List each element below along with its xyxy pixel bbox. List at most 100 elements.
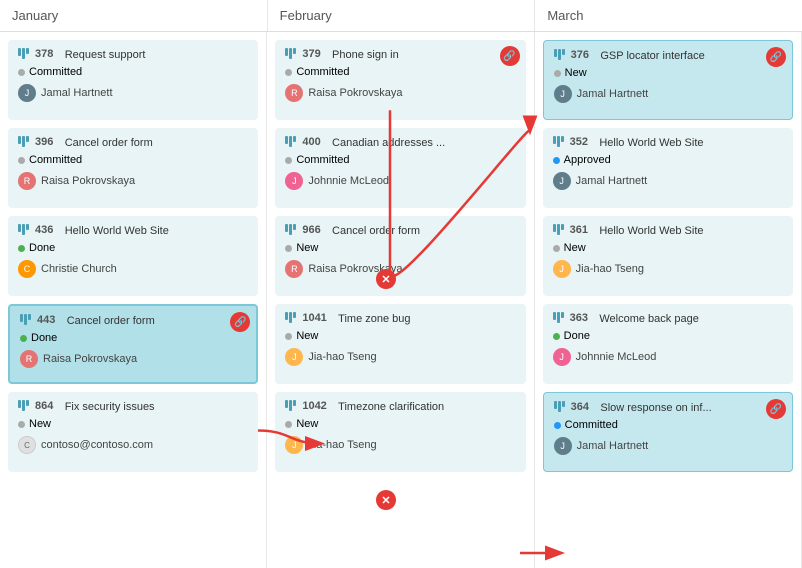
assignee-name: Christie Church (41, 263, 117, 275)
card-363: 363 Welcome back page Done J Johnnie McL… (543, 304, 793, 384)
card-title: 400 Canadian addresses ... (285, 136, 515, 150)
assignee-name: Jia-hao Tseng (576, 263, 644, 275)
card-title-row: 352 Hello World Web Site (553, 136, 783, 150)
col-header-january: January (0, 0, 268, 31)
avatar: R (20, 350, 38, 368)
card-assignee: C Christie Church (18, 260, 248, 278)
status-label: New (564, 242, 586, 254)
card-name: Fix security issues (65, 400, 155, 414)
card-name: Hello World Web Site (599, 224, 703, 238)
x-marker-2[interactable]: ✕ (376, 490, 396, 510)
status-dot (553, 245, 560, 252)
col-header-march: March (535, 0, 802, 31)
card-status: New (285, 418, 515, 430)
status-dot (18, 69, 25, 76)
avatar: J (553, 348, 571, 366)
card-378: 378 Request support Committed J Jamal Ha… (8, 40, 258, 120)
columns-body: 378 Request support Committed J Jamal Ha… (0, 32, 802, 568)
avatar: R (285, 84, 303, 102)
card-id: 379 (302, 48, 320, 60)
card-title-row: 966 Cancel order form (285, 224, 515, 238)
card-title: 378 Request support (18, 48, 248, 62)
card-status: Done (20, 332, 246, 344)
card-status: Committed (554, 419, 782, 431)
avatar: J (554, 85, 572, 103)
card-name: Request support (65, 48, 146, 62)
card-title-row: 1041 Time zone bug (285, 312, 515, 326)
card-status: Done (18, 242, 248, 254)
card-title-row: 400 Canadian addresses ... (285, 136, 515, 150)
card-assignee: J Jia-hao Tseng (553, 260, 783, 278)
status-label: New (29, 418, 51, 430)
avatar: J (285, 436, 303, 454)
link-icon-379[interactable]: 🔗 (500, 46, 520, 66)
link-icon-364[interactable]: 🔗 (766, 399, 786, 419)
card-id: 364 (571, 401, 589, 413)
status-dot (285, 421, 292, 428)
card-status: New (554, 67, 782, 79)
bar-icon (18, 224, 29, 235)
card-title-row: 363 Welcome back page (553, 312, 783, 326)
card-id: 436 (35, 224, 53, 236)
card-name: GSP locator interface (600, 49, 704, 63)
card-379: 379 Phone sign in 🔗 Committed R Raisa Po… (275, 40, 525, 120)
card-364: 364 Slow response on inf... 🔗 Committed … (543, 392, 793, 472)
card-title-row: 376 GSP locator interface 🔗 (554, 49, 782, 63)
card-id: 352 (570, 136, 588, 148)
status-dot (18, 421, 25, 428)
calendar-container: January February March 378 Request suppo… (0, 0, 802, 568)
col-header-february: February (268, 0, 536, 31)
status-dot (553, 157, 560, 164)
bar-icon (18, 136, 29, 147)
card-name: Cancel order form (65, 136, 153, 150)
card-title-row: 1042 Timezone clarification (285, 400, 515, 414)
card-376: 376 GSP locator interface 🔗 New J Jamal … (543, 40, 793, 120)
card-assignee: R Raisa Pokrovskaya (285, 84, 515, 102)
card-1042: 1042 Timezone clarification New J Jia-ha… (275, 392, 525, 472)
card-assignee: J Jia-hao Tseng (285, 436, 515, 454)
card-name: Cancel order form (332, 224, 420, 238)
card-name: Welcome back page (599, 312, 698, 326)
avatar: R (18, 172, 36, 190)
status-dot (20, 335, 27, 342)
card-title-row: 864 Fix security issues (18, 400, 248, 414)
status-label: Approved (564, 154, 611, 166)
card-title: 864 Fix security issues (18, 400, 248, 414)
card-assignee: J Johnnie McLeod (285, 172, 515, 190)
link-icon-376[interactable]: 🔗 (766, 47, 786, 67)
card-title: 361 Hello World Web Site (553, 224, 783, 238)
card-title: 364 Slow response on inf... (554, 401, 782, 415)
status-label: New (565, 67, 587, 79)
card-status: Done (553, 330, 783, 342)
card-status: New (18, 418, 248, 430)
avatar: J (285, 348, 303, 366)
card-966: 966 Cancel order form New R Raisa Pokrov… (275, 216, 525, 296)
card-name: Slow response on inf... (600, 401, 711, 415)
bar-icon (285, 224, 296, 235)
assignee-name: Jia-hao Tseng (308, 439, 376, 451)
card-name: Hello World Web Site (65, 224, 169, 238)
card-assignee: J Jamal Hartnett (554, 85, 782, 103)
status-label: New (296, 418, 318, 430)
card-assignee: J Jamal Hartnett (553, 172, 783, 190)
avatar: C (18, 260, 36, 278)
status-dot (18, 157, 25, 164)
card-id: 1041 (302, 312, 326, 324)
card-title: 396 Cancel order form (18, 136, 248, 150)
card-id: 966 (302, 224, 320, 236)
avatar: J (285, 172, 303, 190)
card-1041: 1041 Time zone bug New J Jia-hao Tseng (275, 304, 525, 384)
card-id: 400 (302, 136, 320, 148)
column-january: 378 Request support Committed J Jamal Ha… (0, 32, 267, 568)
card-assignee: J Johnnie McLeod (553, 348, 783, 366)
bar-icon (285, 48, 296, 59)
status-dot (553, 333, 560, 340)
x-marker-1[interactable]: ✕ (376, 269, 396, 289)
card-status: New (553, 242, 783, 254)
card-status: Committed (18, 154, 248, 166)
assignee-name: Jia-hao Tseng (308, 351, 376, 363)
bar-icon (20, 314, 31, 325)
status-label: Committed (29, 154, 82, 166)
status-dot (285, 157, 292, 164)
link-icon-443[interactable]: 🔗 (230, 312, 250, 332)
